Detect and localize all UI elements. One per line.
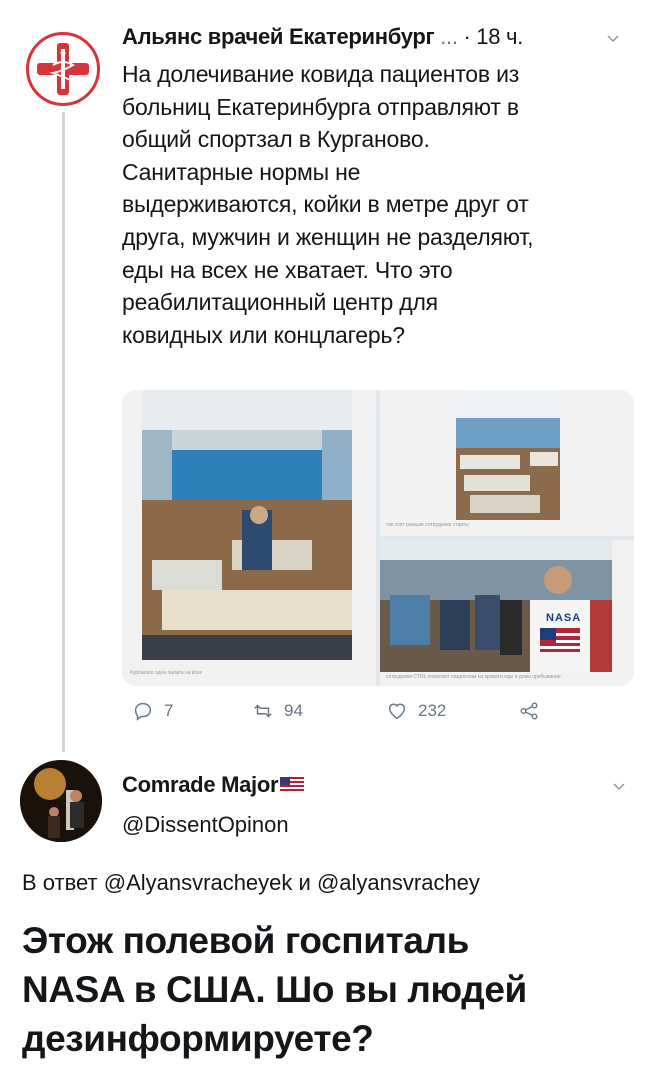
us-flag-icon <box>280 777 305 792</box>
reply-author-handle[interactable]: @DissentOpinon <box>122 812 289 838</box>
nasa-shirt-photo <box>380 540 612 672</box>
replying-to: В ответ @Alyansvracheyek и @alyansvrache… <box>22 870 480 896</box>
photo3-caption: сотрудники CTRL помогают пациентам на кр… <box>386 674 561 680</box>
like-action[interactable]: 232 <box>386 700 446 722</box>
photo-bed-rows[interactable]: так спят раньше сотрудники старты <box>380 390 634 536</box>
reply-count: 7 <box>164 701 174 720</box>
tweet-text: На долечивание ковида пациентов из больн… <box>122 61 534 348</box>
reply-icon <box>134 702 152 721</box>
photo2-caption: так спят раньше сотрудники старты <box>386 522 469 528</box>
reply-prefix: В ответ <box>22 870 98 895</box>
reply-text: Этож полевой госпиталь NASA в США. Шо вы… <box>22 920 527 1059</box>
reply-action[interactable]: 7 <box>132 700 173 722</box>
medical-cross-logo-icon <box>37 43 89 95</box>
tweet-media[interactable]: Курганово одна палата на всех так спят р… <box>122 390 634 686</box>
like-count: 232 <box>418 701 447 720</box>
share-action[interactable] <box>518 700 540 722</box>
time-separator: · <box>463 24 471 49</box>
photo1-caption: Курганово одна палата на всех <box>130 670 203 676</box>
shirt-text: NASA <box>546 612 582 624</box>
retweet-action[interactable]: 94 <box>252 700 303 722</box>
retweet-icon <box>254 704 272 718</box>
bed-rows-photo <box>456 390 560 520</box>
avatar-photo <box>20 760 102 842</box>
tweet-header: Альянс врачей Екатеринбург ... · 18 ч. <box>122 24 523 50</box>
photo-gym-beds[interactable]: Курганово одна палата на всех <box>122 390 376 686</box>
chevron-down-icon[interactable] <box>606 32 620 46</box>
reply-author-name[interactable]: Comrade Major <box>122 772 279 797</box>
reply-author-avatar[interactable] <box>20 760 102 842</box>
thread-line <box>62 112 65 752</box>
chevron-down-icon[interactable] <box>612 780 626 794</box>
tweet-time[interactable]: 18 ч. <box>476 24 523 49</box>
photo-nasa-shirt[interactable]: NASA сотрудники CTRL помогают пациентам … <box>380 540 634 686</box>
like-icon <box>388 703 406 720</box>
share-icon <box>520 702 538 720</box>
author-name[interactable]: Альянс врачей Екатеринбург <box>122 24 435 49</box>
retweet-count: 94 <box>284 701 303 720</box>
name-ellipsis: ... <box>440 24 458 49</box>
gym-beds-photo <box>142 390 352 660</box>
reply-author-line: Comrade Major <box>122 772 305 798</box>
author-avatar[interactable] <box>26 32 100 106</box>
tweet-actions: 7 94 232 <box>122 700 582 728</box>
mention-link[interactable]: @Alyansvracheyek <box>104 870 293 895</box>
mention-link[interactable]: @alyansvrachey <box>317 870 480 895</box>
reply-conj: и <box>298 870 311 895</box>
